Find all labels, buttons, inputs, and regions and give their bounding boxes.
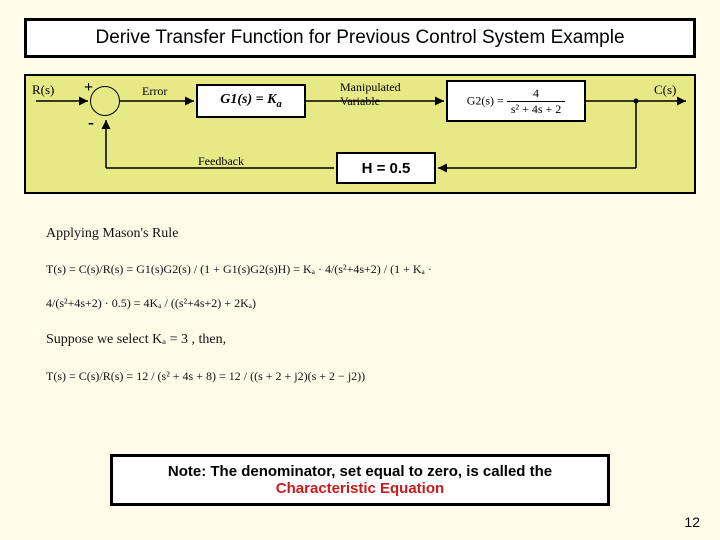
block-h: H = 0.5 — [336, 152, 436, 184]
manip-label-2: Variable — [340, 94, 380, 109]
output-label: C(s) — [654, 82, 676, 98]
page-number: 12 — [684, 514, 700, 530]
g2-num: 4 — [507, 86, 565, 101]
g2-den: s² + 4s + 2 — [507, 101, 565, 117]
derivation-eq1: T(s) = C(s)/R(s) = G1(s)G2(s) / (1 + G1(… — [46, 253, 466, 320]
note-box: Note: The denominator, set equal to zero… — [110, 454, 610, 506]
sum-minus-sign: - — [88, 112, 94, 133]
h-text: H = 0.5 — [362, 160, 411, 177]
page-title: Derive Transfer Function for Previous Co… — [24, 18, 696, 58]
derivation-line1: Applying Mason's Rule — [46, 214, 466, 253]
feedback-label: Feedback — [198, 154, 244, 169]
title-text: Derive Transfer Function for Previous Co… — [95, 27, 624, 48]
g2-prefix: G2(s) = — [467, 93, 507, 107]
manip-label-1: Manipulated — [340, 80, 401, 95]
block-diagram: R(s) + - Error G1(s) = Ka Manipulated Va… — [24, 74, 696, 194]
summing-junction — [90, 86, 120, 116]
g1-sub: a — [276, 99, 281, 110]
input-label: R(s) — [32, 82, 54, 98]
block-g1: G1(s) = Ka — [196, 84, 306, 118]
derivation-eq2: T(s) = C(s)/R(s) = 12 / (s² + 4s + 8) = … — [46, 360, 466, 394]
derivation-line2: Suppose we select Kₐ = 3 , then, — [46, 320, 466, 359]
note-pre: Note: The denominator, set equal to zero… — [168, 463, 552, 480]
block-g2: G2(s) = 4 s² + 4s + 2 — [446, 80, 586, 122]
error-label: Error — [142, 84, 167, 99]
note-char: Characteristic Equation — [276, 480, 444, 497]
g1-text: G1(s) = K — [220, 92, 276, 107]
derivation-text: Applying Mason's Rule T(s) = C(s)/R(s) =… — [46, 214, 466, 393]
sum-plus-sign: + — [84, 79, 93, 97]
